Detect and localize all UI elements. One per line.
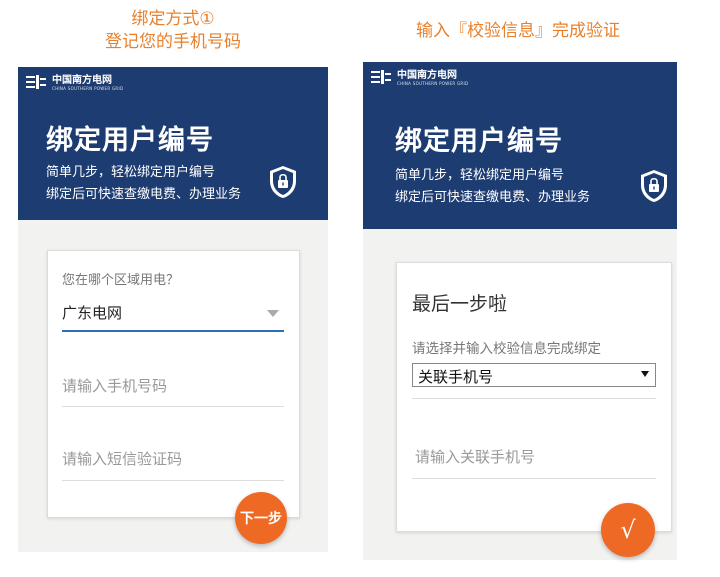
page-title: 绑定用户编号 bbox=[46, 125, 214, 156]
caption-step2: 输入『校验信息』完成验证 bbox=[416, 21, 620, 41]
linked-phone-input[interactable]: 请输入关联手机号 bbox=[415, 446, 535, 467]
bind-form-card: 您在哪个区域用电？ 广东电网 请输入手机号码 请输入短信验证码 bbox=[47, 250, 300, 518]
caption-step1-line2: 登记您的手机号码 bbox=[105, 32, 241, 52]
header-banner: 中国南方电网 CHINA SOUTHERN POWER GRID 绑定用户编号 … bbox=[363, 62, 677, 229]
verify-hint: 请选择并输入校验信息完成绑定 bbox=[412, 341, 601, 357]
banner-description: 简单几步，轻松绑定用户编号 绑定后可快速查缴电费、办理业务 bbox=[46, 162, 241, 206]
shield-lock-icon bbox=[270, 166, 296, 198]
verify-form-card: 最后一步啦 请选择并输入校验信息完成绑定 关联手机号 请输入关联手机号 bbox=[396, 262, 672, 532]
caret-down-icon bbox=[641, 371, 649, 377]
brand-name: 中国南方电网 bbox=[52, 75, 112, 86]
region-select[interactable]: 广东电网 bbox=[62, 302, 122, 323]
brand-name: 中国南方电网 bbox=[397, 70, 457, 81]
caption-step1: 绑定方式① 登记您的手机号码 bbox=[18, 8, 328, 54]
screen-step1: 中国南方电网 CHINA SOUTHERN POWER GRID 绑定用户编号 … bbox=[18, 67, 328, 552]
header-banner: 中国南方电网 CHINA SOUTHERN POWER GRID 绑定用户编号 … bbox=[18, 67, 328, 220]
next-step-button[interactable]: 下一步 bbox=[235, 492, 287, 544]
select-underline bbox=[412, 398, 656, 399]
shield-lock-icon bbox=[641, 170, 667, 202]
grid-logo-icon bbox=[26, 75, 46, 89]
page-title: 绑定用户编号 bbox=[395, 126, 563, 157]
sms-code-input[interactable]: 请输入短信验证码 bbox=[62, 448, 182, 469]
banner-description: 简单几步，轻松绑定用户编号 绑定后可快速查缴电费、办理业务 bbox=[395, 165, 590, 209]
region-hint: 您在哪个区域用电？ bbox=[62, 273, 180, 288]
screen-step2: 中国南方电网 CHINA SOUTHERN POWER GRID 绑定用户编号 … bbox=[363, 62, 677, 560]
caption-step1-line1: 绑定方式① bbox=[131, 9, 215, 29]
step-title: 最后一步啦 bbox=[412, 293, 508, 315]
brand-logo: 中国南方电网 CHINA SOUTHERN POWER GRID bbox=[371, 70, 468, 86]
brand-subname: CHINA SOUTHERN POWER GRID bbox=[52, 86, 124, 91]
caret-down-icon[interactable] bbox=[267, 310, 279, 317]
verify-type-select[interactable]: 关联手机号 bbox=[412, 363, 656, 387]
brand-subname: CHINA SOUTHERN POWER GRID bbox=[397, 81, 469, 86]
phone-underline bbox=[62, 406, 284, 407]
phone-input[interactable]: 请输入手机号码 bbox=[62, 375, 167, 396]
linked-phone-underline bbox=[412, 478, 656, 479]
grid-logo-icon bbox=[371, 70, 391, 84]
banner-desc-line2: 绑定后可快速查缴电费、办理业务 bbox=[395, 190, 591, 205]
banner-desc-line1: 简单几步，轻松绑定用户编号 bbox=[46, 165, 216, 180]
brand-logo: 中国南方电网 CHINA SOUTHERN POWER GRID bbox=[26, 75, 123, 91]
region-underline bbox=[62, 330, 284, 332]
verify-type-value: 关联手机号 bbox=[418, 368, 494, 386]
banner-desc-line2: 绑定后可快速查缴电费、办理业务 bbox=[46, 187, 242, 202]
banner-desc-line1: 简单几步，轻松绑定用户编号 bbox=[395, 168, 565, 183]
confirm-button[interactable]: √ bbox=[601, 503, 655, 557]
sms-underline bbox=[62, 480, 284, 481]
